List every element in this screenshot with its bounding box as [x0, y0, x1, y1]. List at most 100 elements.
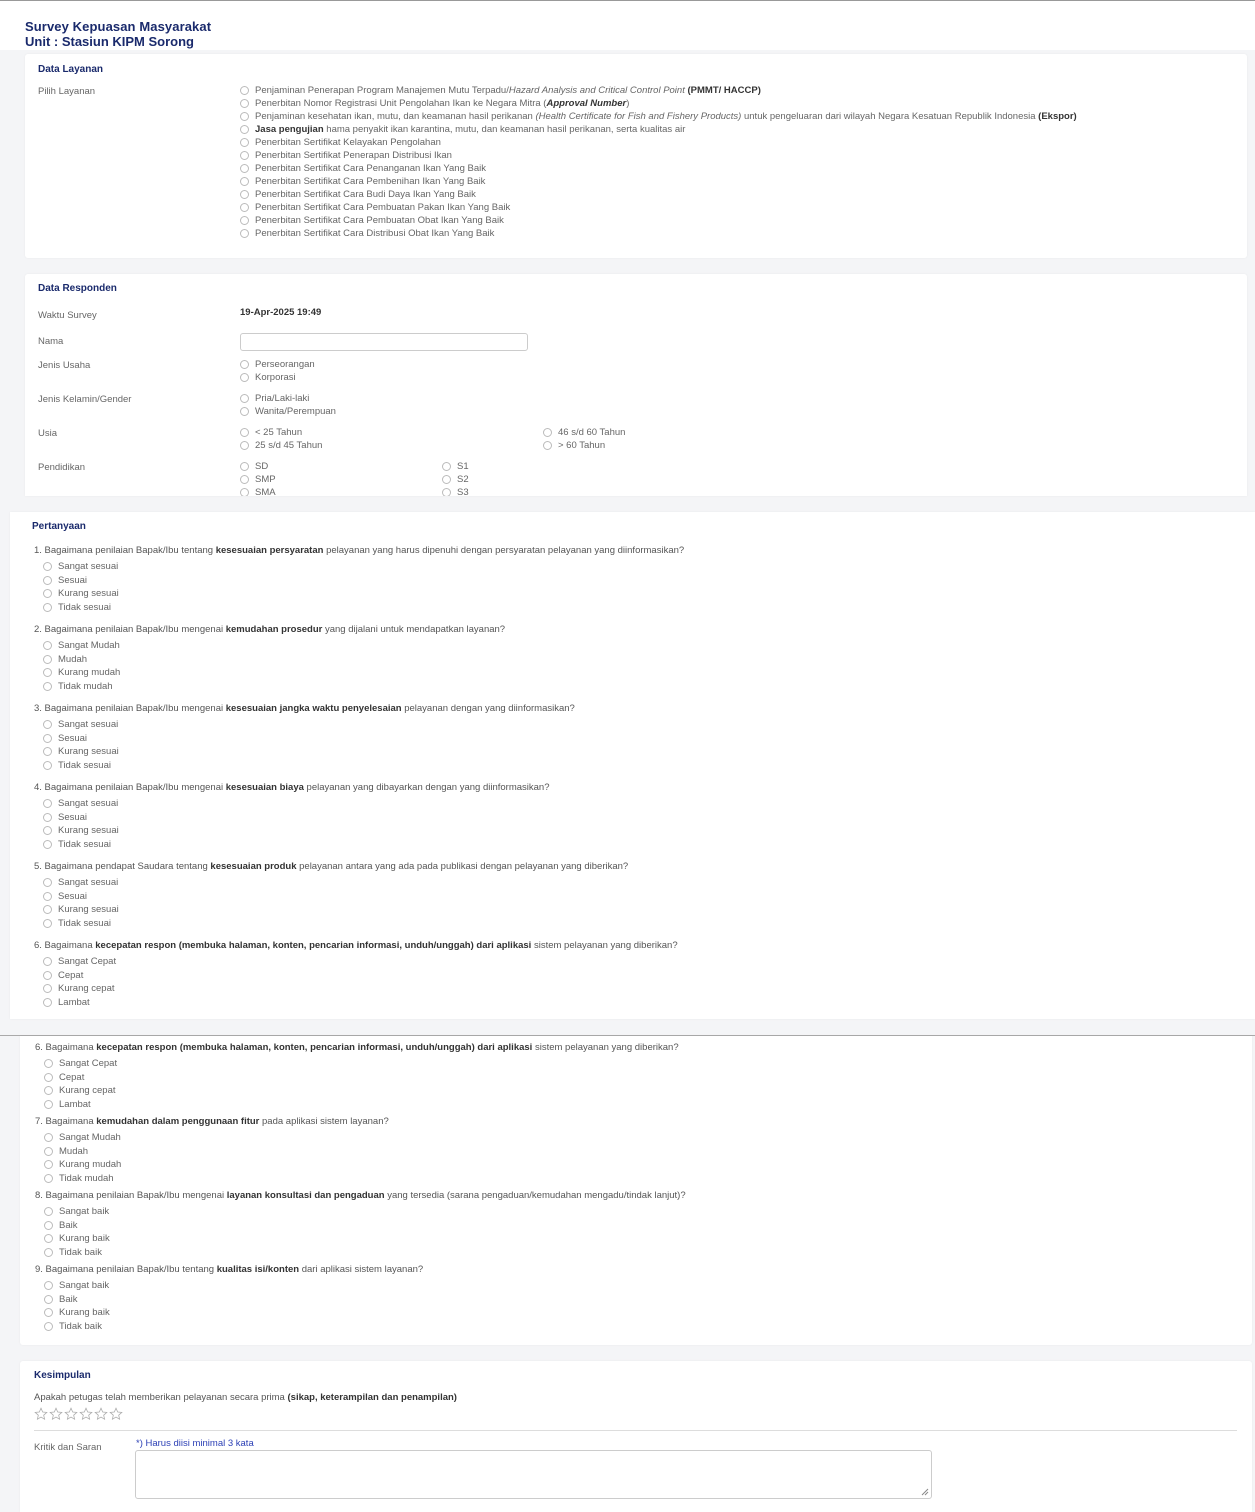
star-icon[interactable]: [49, 1407, 63, 1421]
layanan-option[interactable]: Jasa pengujian hama penyakit ikan karant…: [240, 124, 685, 135]
radio-button[interactable]: [44, 1220, 53, 1230]
answer-option[interactable]: Lambat: [43, 997, 90, 1008]
star-icon[interactable]: [109, 1407, 123, 1421]
radio-button[interactable]: [240, 216, 249, 225]
answer-option[interactable]: Tidak mudah: [43, 681, 113, 692]
answer-option[interactable]: Sangat Cepat: [44, 1058, 117, 1069]
radio-button[interactable]: [44, 1294, 53, 1304]
layanan-option[interactable]: Penerbitan Sertifikat Cara Pembuatan Oba…: [240, 215, 504, 226]
pendidikan-option[interactable]: S2: [442, 474, 469, 485]
answer-option[interactable]: Sangat baik: [44, 1206, 109, 1217]
layanan-option[interactable]: Penjaminan Penerapan Program Manajemen M…: [240, 85, 761, 96]
layanan-option[interactable]: Penerbitan Nomor Registrasi Unit Pengola…: [240, 98, 629, 109]
answer-option[interactable]: Tidak baik: [44, 1321, 102, 1332]
radio-button[interactable]: [43, 826, 52, 835]
radio-button[interactable]: [44, 1086, 53, 1095]
radio-button[interactable]: [240, 190, 249, 199]
answer-option[interactable]: Tidak baik: [44, 1247, 102, 1258]
answer-option[interactable]: Tidak sesuai: [43, 839, 111, 850]
radio-button[interactable]: [43, 720, 52, 729]
radio-button[interactable]: [240, 462, 249, 471]
kritik-textarea[interactable]: [135, 1450, 932, 1499]
radio-button[interactable]: [240, 112, 249, 121]
radio-button[interactable]: [240, 441, 249, 450]
answer-option[interactable]: Sangat sesuai: [43, 561, 118, 572]
radio-button[interactable]: [240, 394, 249, 403]
answer-option[interactable]: Mudah: [44, 1146, 88, 1157]
pendidikan-option[interactable]: SMA: [240, 487, 276, 496]
star-icon[interactable]: [79, 1407, 93, 1421]
radio-button[interactable]: [44, 1321, 53, 1331]
layanan-option[interactable]: Penerbitan Sertifikat Cara Pembuatan Pak…: [240, 202, 510, 213]
radio-button[interactable]: [240, 177, 249, 186]
answer-option[interactable]: Lambat: [44, 1099, 91, 1110]
answer-option[interactable]: Tidak sesuai: [43, 602, 111, 613]
radio-button[interactable]: [43, 799, 52, 808]
answer-option[interactable]: Kurang sesuai: [43, 746, 119, 757]
radio-button[interactable]: [240, 229, 249, 238]
answer-option[interactable]: Kurang baik: [44, 1307, 110, 1318]
jenis-usaha-option[interactable]: Korporasi: [240, 372, 296, 383]
radio-button[interactable]: [43, 602, 52, 612]
star-icon[interactable]: [64, 1407, 78, 1421]
jenis-usaha-option[interactable]: Perseorangan: [240, 359, 315, 370]
layanan-option[interactable]: Penerbitan Sertifikat Cara Pembenihan Ik…: [240, 176, 485, 187]
radio-button[interactable]: [43, 957, 52, 966]
answer-option[interactable]: Sangat sesuai: [43, 798, 118, 809]
radio-button[interactable]: [240, 360, 249, 369]
radio-button[interactable]: [43, 839, 52, 849]
radio-button[interactable]: [43, 733, 52, 743]
radio-button[interactable]: [44, 1146, 53, 1156]
radio-button[interactable]: [44, 1099, 53, 1109]
pendidikan-option[interactable]: S3: [442, 487, 469, 496]
answer-option[interactable]: Sangat Mudah: [44, 1132, 121, 1143]
layanan-option[interactable]: Penerbitan Sertifikat Cara Distribusi Ob…: [240, 228, 494, 239]
radio-button[interactable]: [240, 99, 249, 108]
radio-button[interactable]: [44, 1160, 53, 1169]
answer-option[interactable]: Sesuai: [43, 812, 87, 823]
radio-button[interactable]: [43, 654, 52, 664]
radio-button[interactable]: [43, 984, 52, 993]
answer-option[interactable]: Kurang mudah: [43, 667, 120, 678]
radio-button[interactable]: [44, 1281, 53, 1290]
answer-option[interactable]: Sangat sesuai: [43, 719, 118, 730]
radio-button[interactable]: [442, 475, 451, 484]
answer-option[interactable]: Sangat Cepat: [43, 956, 116, 967]
radio-button[interactable]: [44, 1234, 53, 1243]
radio-button[interactable]: [44, 1173, 53, 1183]
answer-option[interactable]: Baik: [44, 1294, 77, 1305]
radio-button[interactable]: [240, 138, 249, 147]
radio-button[interactable]: [44, 1308, 53, 1317]
layanan-option[interactable]: Penerbitan Sertifikat Penerapan Distribu…: [240, 150, 452, 161]
usia-option[interactable]: 46 s/d 60 Tahun: [543, 427, 625, 438]
answer-option[interactable]: Mudah: [43, 654, 87, 665]
layanan-option[interactable]: Penerbitan Sertifikat Cara Penanganan Ik…: [240, 163, 486, 174]
radio-button[interactable]: [43, 747, 52, 756]
radio-button[interactable]: [43, 760, 52, 770]
radio-button[interactable]: [240, 475, 249, 484]
radio-button[interactable]: [543, 428, 552, 437]
usia-option[interactable]: < 25 Tahun: [240, 427, 302, 438]
answer-option[interactable]: Baik: [44, 1220, 77, 1231]
answer-option[interactable]: Cepat: [44, 1072, 84, 1083]
layanan-option[interactable]: Penjaminan kesehatan ikan, mutu, dan kea…: [240, 111, 1077, 122]
radio-button[interactable]: [240, 428, 249, 437]
radio-button[interactable]: [44, 1059, 53, 1068]
radio-button[interactable]: [44, 1133, 53, 1142]
radio-button[interactable]: [43, 589, 52, 598]
answer-option[interactable]: Kurang sesuai: [43, 825, 119, 836]
nama-input[interactable]: [240, 333, 528, 351]
radio-button[interactable]: [43, 970, 52, 980]
pendidikan-option[interactable]: SMP: [240, 474, 276, 485]
radio-button[interactable]: [43, 575, 52, 585]
radio-button[interactable]: [44, 1072, 53, 1082]
star-icon[interactable]: [34, 1407, 48, 1421]
radio-button[interactable]: [44, 1247, 53, 1257]
radio-button[interactable]: [240, 125, 249, 134]
radio-button[interactable]: [43, 997, 52, 1007]
answer-option[interactable]: Kurang baik: [44, 1233, 110, 1244]
radio-button[interactable]: [240, 151, 249, 160]
layanan-option[interactable]: Penerbitan Sertifikat Cara Budi Daya Ika…: [240, 189, 476, 200]
answer-option[interactable]: Sangat baik: [44, 1280, 109, 1291]
radio-button[interactable]: [43, 905, 52, 914]
